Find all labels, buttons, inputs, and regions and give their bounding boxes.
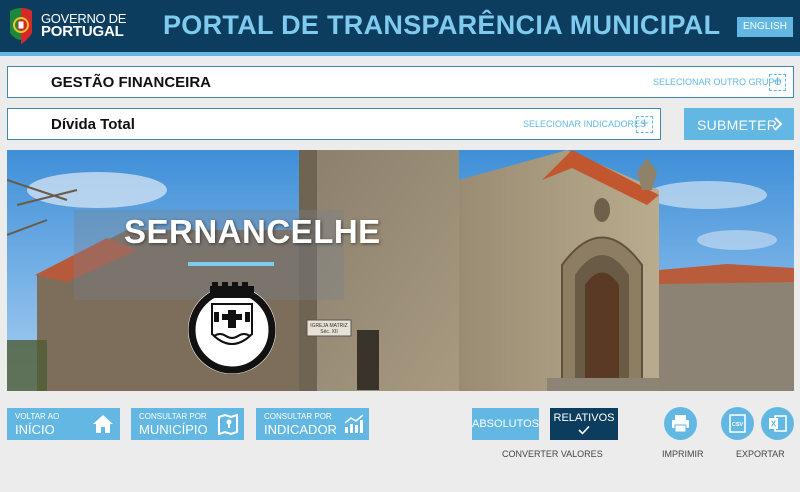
excel-file-icon: X: [769, 415, 787, 432]
header-accent-stripe: [0, 52, 800, 56]
add-indicator-icon[interactable]: +: [636, 116, 653, 133]
select-group-link[interactable]: SELECIONAR OUTRO GRUPO: [653, 77, 782, 87]
printer-icon: [672, 415, 689, 433]
consult-by-indicator-button[interactable]: CONSULTAR POR INDICADOR: [256, 408, 369, 440]
government-logo-text: GOVERNO DE PORTUGAL: [41, 12, 126, 40]
plaque-line2: Séc. XII: [320, 329, 338, 335]
page-title: PORTAL DE TRANSPARÊNCIA MUNICIPAL: [163, 10, 721, 40]
submit-button-label: SUBMETER: [697, 117, 778, 133]
indicator-button-small-label: CONSULTAR POR: [264, 412, 332, 421]
municipality-button-small-label: CONSULTAR POR: [139, 412, 207, 421]
language-button[interactable]: ENGLISH: [737, 17, 793, 37]
government-logo[interactable]: GOVERNO DE PORTUGAL: [8, 7, 128, 45]
csv-icon-label: CSV: [732, 422, 744, 428]
municipality-name: SERNANCELHE: [124, 213, 381, 250]
consult-by-municipality-button[interactable]: CONSULTAR POR MUNICÍPIO: [131, 408, 244, 440]
checkmark-icon: [578, 425, 590, 435]
print-label: IMPRIMIR: [662, 449, 704, 459]
relative-values-label: RELATIVOS: [553, 412, 615, 424]
absolute-values-label: ABSOLUTOS: [472, 418, 540, 430]
submit-button[interactable]: SUBMETER: [684, 108, 794, 140]
indicator-selector[interactable]: Dívida Total SELECIONAR INDICADORES +: [7, 108, 661, 140]
bar-chart-icon: [344, 414, 364, 433]
add-group-icon[interactable]: +: [769, 74, 786, 91]
home-icon: [93, 415, 113, 433]
gov-logo-line2: PORTUGAL: [41, 23, 124, 40]
home-button-small-label: VOLTAR AO: [15, 412, 60, 421]
print-button[interactable]: [664, 407, 697, 440]
indicator-selector-value: Dívida Total: [51, 116, 135, 133]
map-icon: [218, 413, 238, 435]
home-button-label: INÍCIO: [15, 422, 55, 437]
group-selector[interactable]: GESTÃO FINANCEIRA SELECIONAR OUTRO GRUPO…: [7, 66, 794, 98]
home-button[interactable]: VOLTAR AO INÍCIO: [7, 408, 120, 440]
csv-file-icon: CSV: [729, 414, 746, 433]
coat-of-arms-icon: MUNICÍPIO DE SERNANCELHE: [184, 280, 276, 374]
municipality-button-label: MUNICÍPIO: [139, 422, 208, 437]
excel-icon-label: X: [771, 420, 777, 429]
export-csv-button[interactable]: CSV: [721, 407, 754, 440]
absolute-values-button[interactable]: ABSOLUTOS: [472, 408, 539, 440]
export-excel-button[interactable]: X: [761, 407, 794, 440]
relative-values-button[interactable]: RELATIVOS: [550, 408, 618, 440]
indicator-button-label: INDICADOR: [264, 422, 337, 437]
municipality-banner: IGREJA MATRIZ Séc. XII SERNANCELHE MUNIC…: [7, 150, 794, 391]
chevron-right-icon: [774, 117, 783, 131]
portugal-flag-icon: [10, 8, 32, 44]
convert-values-caption: CONVERTER VALORES: [502, 449, 603, 459]
select-indicators-link[interactable]: SELECIONAR INDICADORES: [523, 119, 646, 129]
export-label: EXPORTAR: [736, 449, 785, 459]
group-selector-value: GESTÃO FINANCEIRA: [51, 74, 212, 91]
title-underline: [188, 262, 274, 266]
top-header: GOVERNO DE PORTUGAL PORTAL DE TRANSPARÊN…: [0, 0, 800, 52]
